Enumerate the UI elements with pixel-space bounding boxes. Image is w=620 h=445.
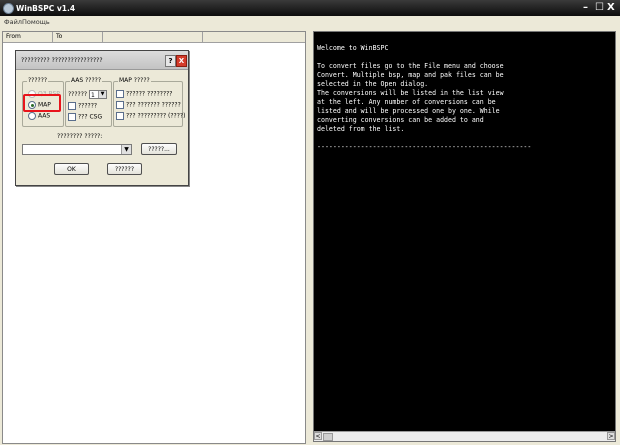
output-label: ???????? ?????:	[57, 133, 103, 140]
app-icon	[3, 3, 14, 14]
console-line: To convert files go to the File menu and…	[317, 62, 504, 70]
console-line: selected in the Open dialog.	[317, 80, 429, 88]
title-bar: WinBSPC v1.4 – ☐ X	[0, 0, 620, 16]
column-filler	[203, 32, 305, 42]
aas-spin-box[interactable]: 1 ▼	[89, 90, 107, 99]
map-check-1[interactable]: ?????? ????????	[116, 90, 173, 98]
console-line: at the left. Any number of conversions c…	[317, 98, 496, 106]
scroll-thumb[interactable]	[323, 433, 333, 441]
aas-check-1[interactable]: ??????	[68, 102, 97, 110]
console-line: converting conversions can be added to a…	[317, 116, 484, 124]
radio-icon	[28, 112, 36, 120]
console-line: ----------------------------------------…	[317, 143, 532, 151]
aas-spin-value: 1	[91, 92, 95, 99]
chevron-down-icon[interactable]: ▼	[98, 91, 106, 98]
checkbox-icon	[116, 101, 124, 109]
column-from[interactable]: From	[3, 32, 53, 42]
dialog-help-button[interactable]: ?	[165, 55, 176, 67]
checkbox-icon	[68, 113, 76, 121]
aas-group-label: AAS ?????	[70, 77, 103, 84]
output-combo[interactable]: ▼	[22, 144, 132, 155]
maximize-button[interactable]: ☐	[595, 2, 604, 13]
column-empty	[103, 32, 203, 42]
console-text: Welcome to WinBSPC To convert files go t…	[317, 44, 607, 152]
map-check-3[interactable]: ??? ????????? (????)	[116, 112, 185, 120]
window-title: WinBSPC v1.4	[16, 4, 76, 13]
console-output: Welcome to WinBSPC To convert files go t…	[313, 31, 616, 442]
scroll-left-icon[interactable]: <	[314, 432, 322, 440]
convert-options-dialog: ????????? ???????????????? ? X ?????? Q3…	[15, 50, 189, 186]
dialog-title-bar: ????????? ???????????????? ? X	[16, 51, 188, 70]
chevron-down-icon[interactable]: ▼	[121, 145, 131, 154]
cancel-button[interactable]: ??????	[107, 163, 142, 175]
checkbox-icon	[116, 90, 124, 98]
map-group-label: MAP ?????	[118, 77, 151, 84]
ok-button[interactable]: OK	[54, 163, 89, 175]
map-check-2[interactable]: ??? ??????? ??????	[116, 101, 181, 109]
console-line: Convert. Multiple bsp, map and pak files…	[317, 71, 504, 79]
highlight-box	[23, 94, 61, 112]
minimize-button[interactable]: –	[583, 2, 588, 13]
console-line: deleted from the list.	[317, 125, 405, 133]
checkbox-icon	[116, 112, 124, 120]
radio-aas[interactable]: AAS	[28, 112, 50, 120]
console-line: listed and will be processed one by one.…	[317, 107, 500, 115]
column-to[interactable]: To	[53, 32, 103, 42]
dialog-title: ????????? ????????????????	[21, 57, 103, 64]
format-group-label: ??????	[27, 77, 49, 84]
menu-bar: Файл Помощь	[0, 16, 620, 28]
menu-help[interactable]: Помощь	[22, 18, 50, 26]
aas-check-csg[interactable]: ??? CSG	[68, 113, 102, 121]
scroll-right-icon[interactable]: >	[607, 432, 615, 440]
console-line: The conversions will be listed in the li…	[317, 89, 504, 97]
aas-spin-label: ??????	[68, 91, 88, 98]
close-button[interactable]: X	[607, 2, 615, 13]
horizontal-scrollbar[interactable]: < >	[314, 431, 615, 441]
list-header: From To	[3, 32, 305, 43]
dialog-close-button[interactable]: X	[176, 55, 187, 67]
browse-button[interactable]: ?????...	[141, 143, 177, 155]
menu-file[interactable]: Файл	[4, 18, 22, 26]
checkbox-icon	[68, 102, 76, 110]
console-line: Welcome to WinBSPC	[317, 44, 389, 52]
